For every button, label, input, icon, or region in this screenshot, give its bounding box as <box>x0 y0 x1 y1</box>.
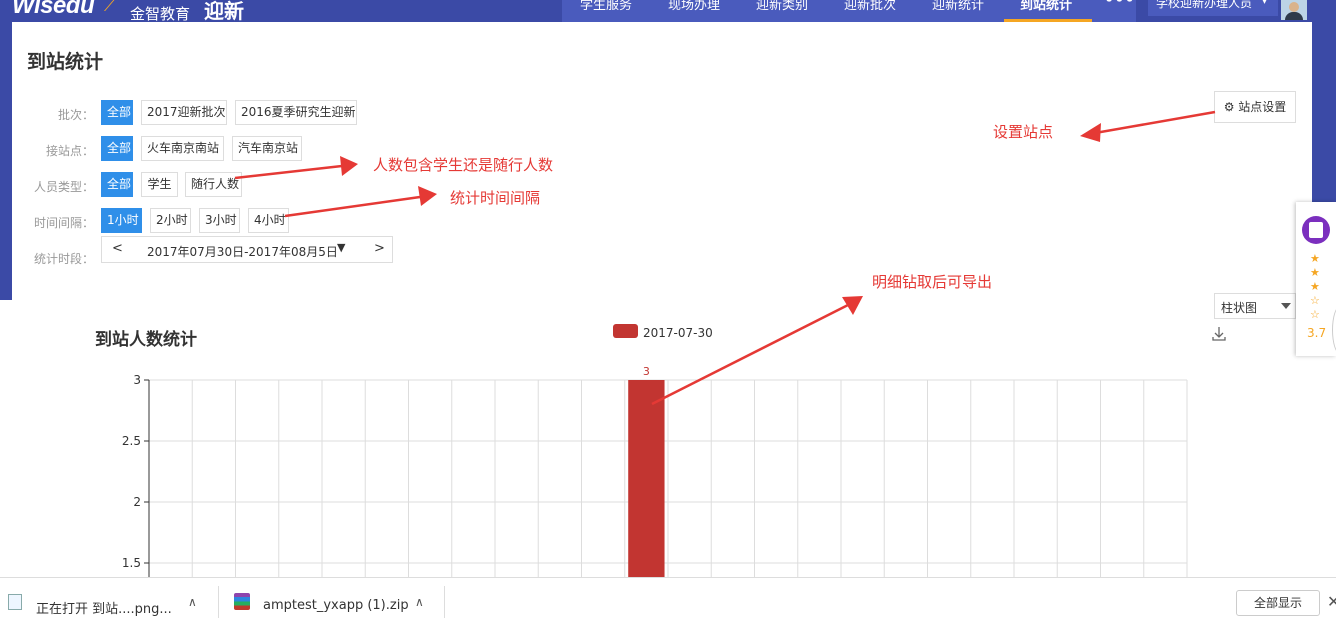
annotation-interval: 统计时间间隔 <box>450 189 541 207</box>
annotation-site: 设置站点 <box>993 123 1054 141</box>
star-outline-icon: ☆ <box>1310 294 1320 307</box>
y-tick-label: 1.5 <box>122 556 141 570</box>
arrow-drill-line <box>651 303 849 406</box>
star-outline-icon: ☆ <box>1310 308 1320 321</box>
y-tick-label: 3 <box>133 373 141 387</box>
annotation-drill: 明细钻取后可导出 <box>872 273 993 291</box>
divider <box>444 586 445 618</box>
divider <box>218 586 219 618</box>
bar-data-label: 3 <box>643 365 650 378</box>
app-badge-icon[interactable] <box>1302 216 1330 244</box>
arrow-site-line <box>1094 110 1216 135</box>
chevron-up-icon[interactable]: ∧ <box>188 595 197 609</box>
image-file-icon <box>8 594 22 610</box>
download-icon[interactable] <box>1212 327 1226 341</box>
download-item-1-name[interactable]: 正在打开 到站....png... <box>36 598 172 617</box>
archive-file-icon <box>234 593 250 610</box>
close-icon[interactable]: ✕ <box>1327 592 1336 611</box>
arrow-site-head <box>1080 123 1101 142</box>
y-tick-label: 2.5 <box>122 434 141 448</box>
star-icon: ★ <box>1310 280 1320 293</box>
rating-value: 3.7 <box>1307 326 1327 340</box>
download-item-2-name[interactable]: amptest_yxapp (1).zip <box>263 598 409 613</box>
arrival-chart: 3 3 2.5 2 1.5 <box>122 110 1226 624</box>
arrow-interval-head <box>418 186 437 206</box>
star-icon: ★ <box>1310 252 1320 265</box>
annotation-person-type: 人数包含学生还是随行人数 <box>373 156 554 174</box>
arrow-person-type-head <box>340 156 358 176</box>
arrow-person-type-line <box>234 164 343 180</box>
chevron-up-icon[interactable]: ∧ <box>415 595 424 609</box>
y-tick-label: 2 <box>133 495 141 509</box>
rating-widget[interactable]: ★ ★ ★ ☆ ☆ 3.7 <box>1296 202 1336 356</box>
arrow-interval-line <box>284 195 421 218</box>
download-bar: 正在打开 到站....png... ∧ amptest_yxapp (1).zi… <box>0 577 1336 624</box>
star-icon: ★ <box>1310 266 1320 279</box>
show-all-downloads-button[interactable]: 全部显示 <box>1236 590 1320 616</box>
